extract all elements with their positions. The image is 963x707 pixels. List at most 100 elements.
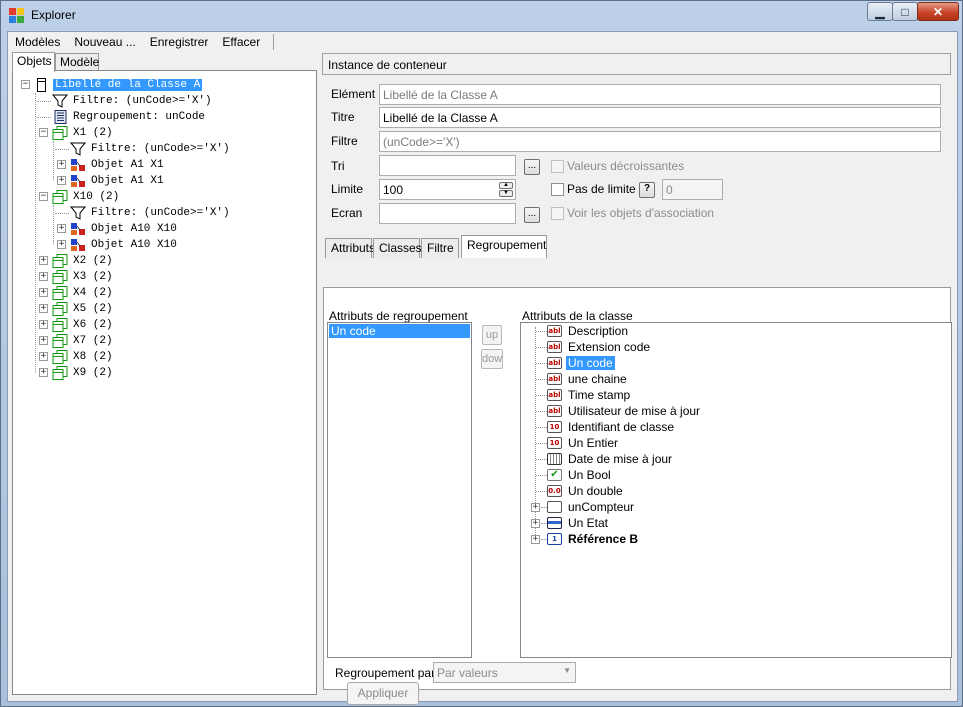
tree-node[interactable]: Objet A1 X1 xyxy=(70,157,166,173)
tree-node[interactable]: X6 (2) xyxy=(52,317,115,333)
tree-expander-plus-icon[interactable]: + xyxy=(39,256,48,265)
tree-expander-plus-icon[interactable]: + xyxy=(57,160,66,169)
tree-node[interactable]: Libellé de la Classe A xyxy=(34,77,203,93)
tree-expander-minus-icon[interactable]: − xyxy=(39,192,48,201)
class-attribute-item[interactable]: abl Time stamp xyxy=(547,387,632,403)
grouping-attribute-item[interactable]: Un code xyxy=(329,324,470,338)
ecran-field[interactable] xyxy=(379,203,516,224)
spin-up-arrow-icon[interactable]: ▲ xyxy=(499,182,513,189)
tree-node[interactable]: X10 (2) xyxy=(52,189,121,205)
tree-connector xyxy=(55,213,69,214)
class-attribute-item[interactable]: abl une chaine xyxy=(547,371,629,387)
tree-node[interactable]: X3 (2) xyxy=(52,269,115,285)
object-tree[interactable]: − Libellé de la Classe A Filtre: (unCode>=… xyxy=(12,70,317,695)
tree-node[interactable]: Objet A1 X1 xyxy=(70,173,166,189)
maximize-button[interactable]: □ xyxy=(892,2,918,21)
tree-expander-plus-icon[interactable]: + xyxy=(531,503,540,512)
menu-nouveau[interactable]: Nouveau ... xyxy=(67,32,142,52)
tree-node[interactable]: Regroupement: unCode xyxy=(52,109,207,125)
class-attribute-item[interactable]: 0.0 Un double xyxy=(547,483,625,499)
tree-node[interactable]: X2 (2) xyxy=(52,253,115,269)
tree-expander-plus-icon[interactable]: + xyxy=(39,288,48,297)
class-attribute-item[interactable]: Un Etat xyxy=(547,515,610,531)
group-by-select[interactable]: Par valeurs ▼ xyxy=(433,662,576,683)
up-button[interactable]: up xyxy=(482,325,502,345)
titre-field[interactable]: Libellé de la Classe A xyxy=(379,107,941,128)
class-attribute-item[interactable]: ✔ Un Bool xyxy=(547,467,613,483)
tree-node[interactable]: X9 (2) xyxy=(52,365,115,381)
limite-spinner[interactable]: ▲ ▼ xyxy=(499,182,513,197)
limite-field[interactable]: 100 xyxy=(379,179,516,200)
class-attribute-item[interactable]: 1 Référence B xyxy=(547,531,640,547)
voir-objets-checkbox[interactable] xyxy=(551,207,564,220)
limit-count-field[interactable]: 0 xyxy=(662,179,723,200)
title-bar[interactable]: Explorer ▁ □ ✕ xyxy=(1,1,963,31)
class-attribute-item[interactable]: abl Description xyxy=(547,323,630,339)
filtre-field[interactable]: (unCode>='X') xyxy=(379,131,941,152)
apply-button[interactable]: Appliquer xyxy=(347,682,419,705)
pas-de-limite-checkbox[interactable] xyxy=(551,183,564,196)
tab-attributs[interactable]: Attributs xyxy=(325,238,375,258)
tree-expander-minus-icon[interactable]: − xyxy=(39,128,48,137)
tree-connector xyxy=(536,347,547,348)
class-attribute-item[interactable]: abl Utilisateur de mise à jour xyxy=(547,403,702,419)
tree-expander-plus-icon[interactable]: + xyxy=(531,535,540,544)
class-attribute-label: Time stamp xyxy=(568,388,631,402)
element-field[interactable]: Libellé de la Classe A xyxy=(379,84,941,105)
tree-node[interactable]: Filtre: (unCode>='X') xyxy=(69,205,232,221)
class-attribute-item[interactable]: abl Un code xyxy=(547,355,615,371)
tab-objets[interactable]: Objets xyxy=(12,52,55,72)
grouping-attributes-list[interactable]: Un code xyxy=(327,322,472,658)
class-attribute-item[interactable]: unCompteur xyxy=(547,499,636,515)
tree-expander-plus-icon[interactable]: + xyxy=(39,368,48,377)
tree-node[interactable]: Objet A10 X10 xyxy=(70,221,179,237)
valeurs-decroissantes-checkbox[interactable] xyxy=(551,160,564,173)
class-attribute-item[interactable]: 10 Identifiant de classe xyxy=(547,419,676,435)
tree-expander-plus-icon[interactable]: + xyxy=(57,240,66,249)
tree-expander-plus-icon[interactable]: + xyxy=(531,519,540,528)
tree-node[interactable]: X4 (2) xyxy=(52,285,115,301)
menu-enregistrer[interactable]: Enregistrer xyxy=(143,32,216,52)
class-attribute-label: Référence B xyxy=(568,532,639,546)
help-button[interactable]: ? xyxy=(639,182,655,198)
group-by-label: Regroupement par xyxy=(335,666,436,680)
tri-field[interactable] xyxy=(379,155,516,176)
class-attribute-item[interactable]: abl Extension code xyxy=(547,339,652,355)
tree-node[interactable]: Objet A10 X10 xyxy=(70,237,179,253)
tree-expander-plus-icon[interactable]: + xyxy=(57,176,66,185)
close-button[interactable]: ✕ xyxy=(917,2,959,21)
tree-node[interactable]: X8 (2) xyxy=(52,349,115,365)
tree-expander-plus-icon[interactable]: + xyxy=(39,304,48,313)
tree-expander-plus-icon[interactable]: + xyxy=(39,352,48,361)
tab-classes[interactable]: Classes xyxy=(373,238,422,258)
tree-node[interactable]: X1 (2) xyxy=(52,125,115,141)
tree-node-label: X3 (2) xyxy=(73,271,113,283)
tab-modele[interactable]: Modèle xyxy=(55,53,99,71)
spin-down-arrow-icon[interactable]: ▼ xyxy=(499,190,513,197)
class-attribute-item[interactable]: Date de mise à jour xyxy=(547,451,674,467)
tree-node[interactable]: Filtre: (unCode>='X') xyxy=(51,93,214,109)
tree-expander-minus-icon[interactable]: − xyxy=(21,80,30,89)
tree-connector xyxy=(536,379,547,380)
tri-browse-button[interactable]: ... xyxy=(524,159,540,175)
minimize-button[interactable]: ▁ xyxy=(867,2,893,21)
class-attributes-tree[interactable]: abl Description abl Extension code abl Un cod… xyxy=(520,322,952,658)
class-attribute-item[interactable]: 10 Un Entier xyxy=(547,435,620,451)
tree-node[interactable]: X5 (2) xyxy=(52,301,115,317)
tree-node[interactable]: Filtre: (unCode>='X') xyxy=(69,141,232,157)
tree-expander-plus-icon[interactable]: + xyxy=(39,336,48,345)
tree-connector xyxy=(536,443,547,444)
down-button[interactable]: down xyxy=(481,349,503,369)
menu-effacer[interactable]: Effacer xyxy=(215,32,267,52)
titre-label: Titre xyxy=(331,110,355,124)
group-folder-icon xyxy=(52,254,68,268)
ecran-browse-button[interactable]: ... xyxy=(524,207,540,223)
menu-modeles[interactable]: Modèles xyxy=(8,32,67,52)
class-attribute-label: Extension code xyxy=(568,340,651,354)
tab-filtre[interactable]: Filtre xyxy=(421,238,459,258)
tree-expander-plus-icon[interactable]: + xyxy=(57,224,66,233)
tree-node[interactable]: X7 (2) xyxy=(52,333,115,349)
tab-regroupement[interactable]: Regroupement xyxy=(461,235,547,258)
tree-expander-plus-icon[interactable]: + xyxy=(39,320,48,329)
tree-expander-plus-icon[interactable]: + xyxy=(39,272,48,281)
